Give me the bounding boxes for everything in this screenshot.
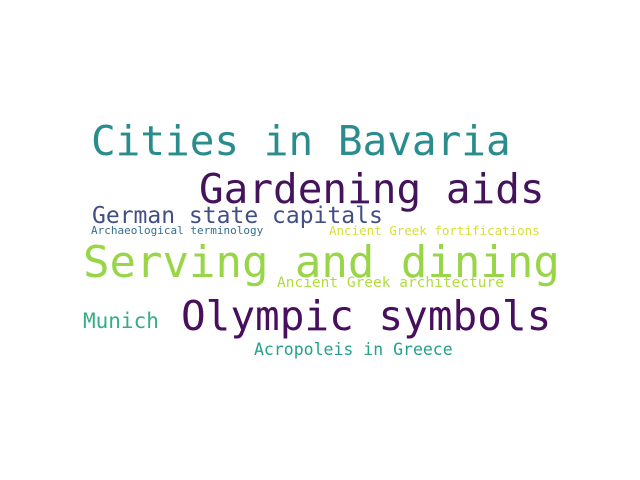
word-munich: Munich xyxy=(83,309,159,333)
word-acropoleis-in-greece: Acropoleis in Greece xyxy=(254,340,453,359)
word-cloud: Cities in Bavaria Gardening aids German … xyxy=(0,0,640,480)
word-ancient-greek-architecture: Ancient Greek architecture xyxy=(277,275,504,291)
word-ancient-greek-fortifications: Ancient Greek fortifications xyxy=(329,223,540,238)
word-cities-in-bavaria: Cities in Bavaria xyxy=(91,117,511,165)
word-olympic-symbols: Olympic symbols xyxy=(181,292,552,340)
word-archaeological-terminology: Archaeological terminology xyxy=(91,224,264,237)
